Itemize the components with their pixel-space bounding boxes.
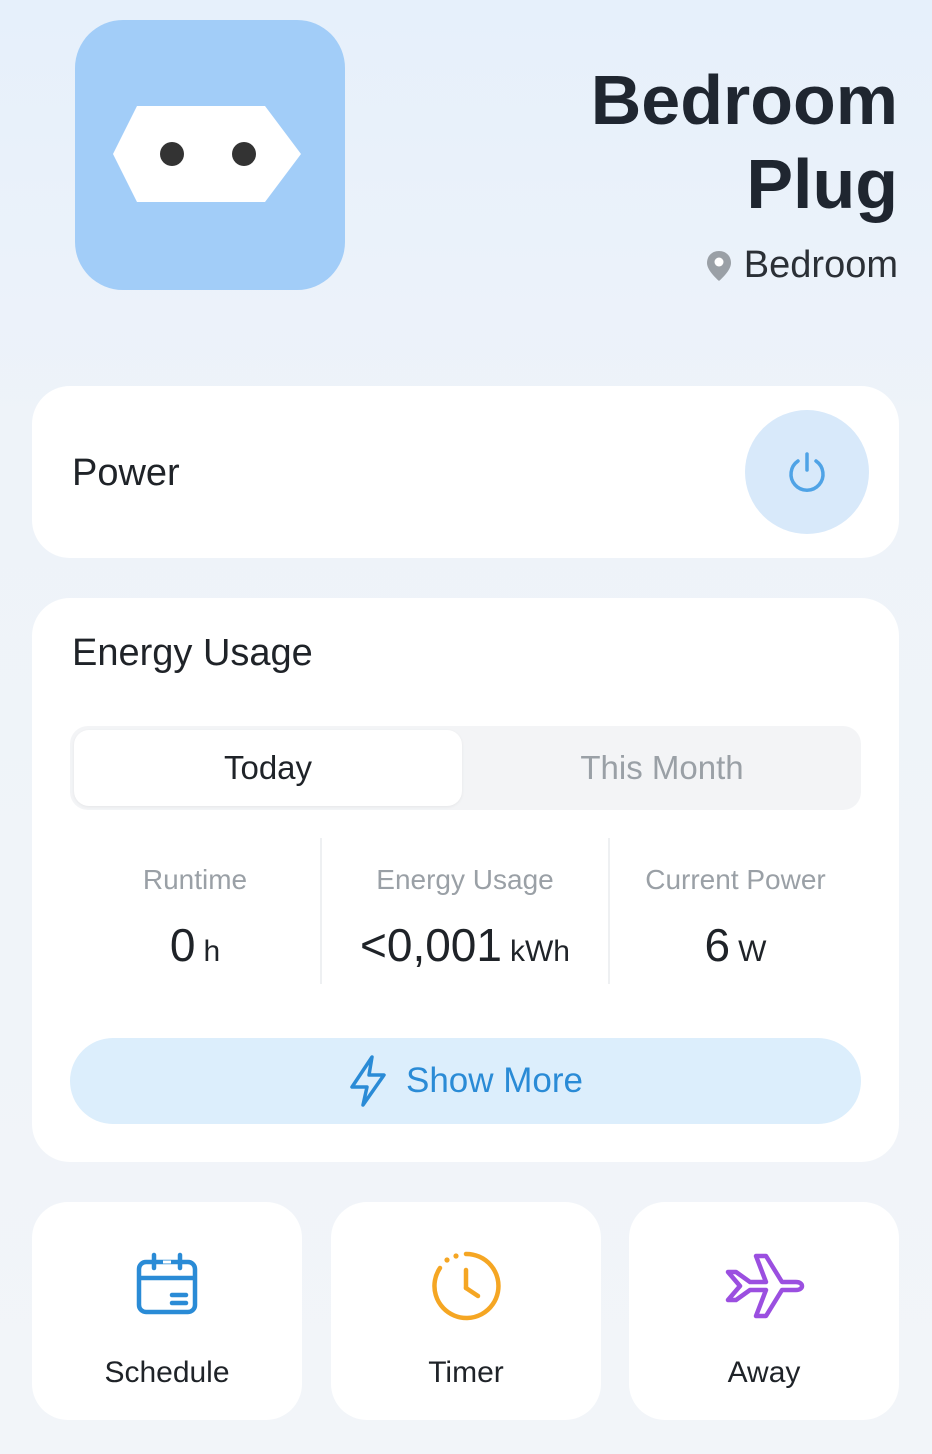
timer-icon-wrap	[331, 1250, 601, 1322]
stat-energy-usage: Energy Usage <0,001 kWh	[322, 838, 608, 984]
tab-today[interactable]: Today	[74, 730, 462, 806]
tab-this-month[interactable]: This Month	[468, 730, 856, 806]
away-label: Away	[727, 1356, 801, 1389]
stat-runtime-unit: h	[203, 935, 221, 968]
stat-energy-unit: kWh	[509, 935, 570, 968]
away-icon-wrap	[629, 1250, 899, 1322]
stat-runtime-value: 0	[169, 919, 196, 971]
schedule-icon-wrap	[32, 1250, 302, 1320]
stat-power-value-row: 6W	[610, 918, 861, 972]
stat-current-power: Current Power 6W	[610, 838, 861, 984]
stat-energy-value-row: <0,001 kWh	[322, 918, 608, 972]
timer-tile[interactable]: Timer	[331, 1202, 601, 1420]
airplane-icon	[725, 1253, 805, 1319]
energy-stats: Runtime 0h Energy Usage <0,001 kWh Curren…	[70, 838, 861, 984]
show-more-button[interactable]: Show More	[70, 1038, 861, 1124]
stat-power-label: Current Power	[645, 864, 826, 895]
power-icon	[789, 452, 825, 492]
device-title-line2: Plug	[746, 145, 898, 223]
device-location: Bedroom	[706, 244, 898, 287]
away-tile[interactable]: Away	[629, 1202, 899, 1420]
energy-usage-title: Energy Usage	[72, 632, 313, 674]
power-card: Power	[32, 386, 899, 558]
stat-power-value: 6	[704, 919, 731, 971]
calendar-icon	[136, 1252, 198, 1315]
timer-label: Timer	[428, 1356, 504, 1389]
stat-runtime-label: Runtime	[142, 864, 248, 895]
stat-power-unit: W	[738, 935, 767, 968]
location-pin-icon	[706, 250, 731, 281]
device-title-line1: Bedroom	[590, 61, 898, 139]
power-label: Power	[72, 452, 180, 494]
schedule-label: Schedule	[104, 1356, 230, 1389]
device-icon-tile	[75, 20, 345, 290]
energy-usage-card: Energy Usage Today This Month Runtime 0h…	[32, 598, 899, 1162]
stat-runtime: Runtime 0h	[70, 838, 320, 984]
schedule-tile[interactable]: Schedule	[32, 1202, 302, 1420]
show-more-label: Show More	[405, 1061, 584, 1100]
stat-energy-label: Energy Usage	[376, 864, 554, 895]
plug-icon	[113, 106, 301, 202]
device-title: Bedroom Plug	[591, 58, 898, 226]
stat-runtime-value-row: 0h	[70, 918, 320, 972]
location-label: Bedroom	[743, 244, 898, 286]
period-segmented-control: Today This Month	[70, 726, 861, 810]
lightning-icon	[350, 1055, 386, 1107]
stat-energy-value: <0,001	[360, 919, 502, 971]
clock-icon	[432, 1251, 501, 1321]
power-toggle-button[interactable]	[745, 410, 869, 534]
